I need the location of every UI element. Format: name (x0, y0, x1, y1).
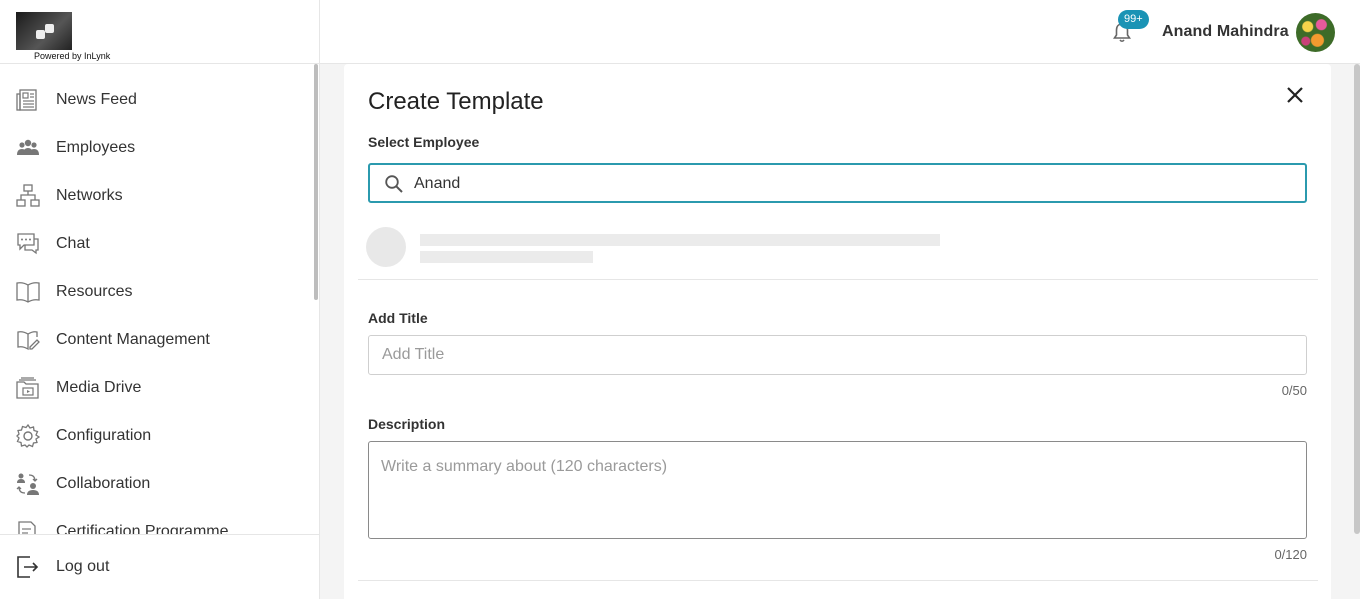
search-icon (385, 175, 403, 193)
sidebar-item-chat[interactable]: Chat (0, 220, 310, 268)
sidebar-menu: News Feed Employees Networks Chat Resour… (0, 64, 310, 534)
divider (358, 580, 1318, 581)
sidebar: News Feed Employees Networks Chat Resour… (0, 64, 320, 599)
media-drive-icon (16, 377, 39, 399)
sidebar-item-label: Resources (56, 283, 133, 300)
sidebar-item-label: News Feed (56, 91, 137, 108)
description-field[interactable] (368, 441, 1307, 539)
sidebar-item-certification-programme[interactable]: Certification Programme (0, 508, 310, 534)
sidebar-item-media-drive[interactable]: Media Drive (0, 364, 310, 412)
sidebar-item-label: Chat (56, 235, 90, 252)
top-header: Powered by InLynk 99+ Anand Mahindra (0, 0, 1360, 64)
sidebar-item-label: Media Drive (56, 379, 142, 396)
sidebar-item-news-feed[interactable]: News Feed (0, 76, 310, 124)
close-icon[interactable] (1284, 84, 1306, 106)
description-label: Description (368, 416, 446, 432)
sidebar-item-content-management[interactable]: Content Management (0, 316, 310, 364)
loading-text-placeholder (420, 234, 940, 246)
content-management-icon (17, 331, 40, 351)
chat-icon (17, 233, 39, 255)
sidebar-item-label: Networks (56, 187, 123, 204)
sidebar-item-label: Configuration (56, 427, 152, 444)
logout-button[interactable]: Log out (0, 534, 319, 599)
sidebar-item-configuration[interactable]: Configuration (0, 412, 310, 460)
description-char-counter: 0/120 (1274, 547, 1307, 562)
employees-icon (17, 139, 39, 155)
certificate-icon (18, 521, 36, 534)
sidebar-item-label: Certification Programme (56, 523, 229, 534)
loading-text-placeholder (420, 251, 593, 263)
select-employee-label: Select Employee (368, 134, 480, 150)
page-title: Create Template (368, 88, 544, 115)
sidebar-item-networks[interactable]: Networks (0, 172, 310, 220)
create-template-panel: Create Template Select Employee Add Titl… (344, 64, 1331, 599)
notification-badge[interactable]: 99+ (1118, 10, 1149, 29)
sidebar-item-label: Employees (56, 139, 136, 156)
book-icon (16, 282, 40, 303)
news-feed-icon (16, 89, 37, 111)
networks-icon (16, 184, 40, 207)
page-scrollbar[interactable] (1354, 64, 1360, 534)
sidebar-item-resources[interactable]: Resources (0, 268, 310, 316)
sidebar-item-collaboration[interactable]: Collaboration (0, 460, 310, 508)
add-title-label: Add Title (368, 310, 428, 326)
employee-search[interactable] (368, 163, 1307, 203)
collaboration-icon (16, 473, 39, 495)
gear-icon (16, 424, 40, 448)
title-field[interactable] (368, 335, 1307, 375)
avatar[interactable] (1296, 13, 1335, 52)
logout-label: Log out (56, 558, 110, 575)
sidebar-item-label: Content Management (56, 331, 210, 348)
title-char-counter: 0/50 (1281, 383, 1307, 398)
logo-area: Powered by InLynk (0, 0, 320, 64)
sidebar-item-employees[interactable]: Employees (0, 124, 310, 172)
user-name[interactable]: Anand Mahindra (1162, 23, 1289, 41)
sidebar-item-label: Collaboration (56, 475, 151, 492)
company-logo[interactable] (16, 12, 72, 50)
powered-by-caption: Powered by InLynk (34, 51, 111, 61)
logout-icon (17, 556, 39, 578)
search-input[interactable] (414, 172, 1274, 196)
loading-avatar-placeholder (366, 227, 406, 267)
divider (358, 279, 1318, 280)
sidebar-scrollbar[interactable] (314, 64, 318, 300)
